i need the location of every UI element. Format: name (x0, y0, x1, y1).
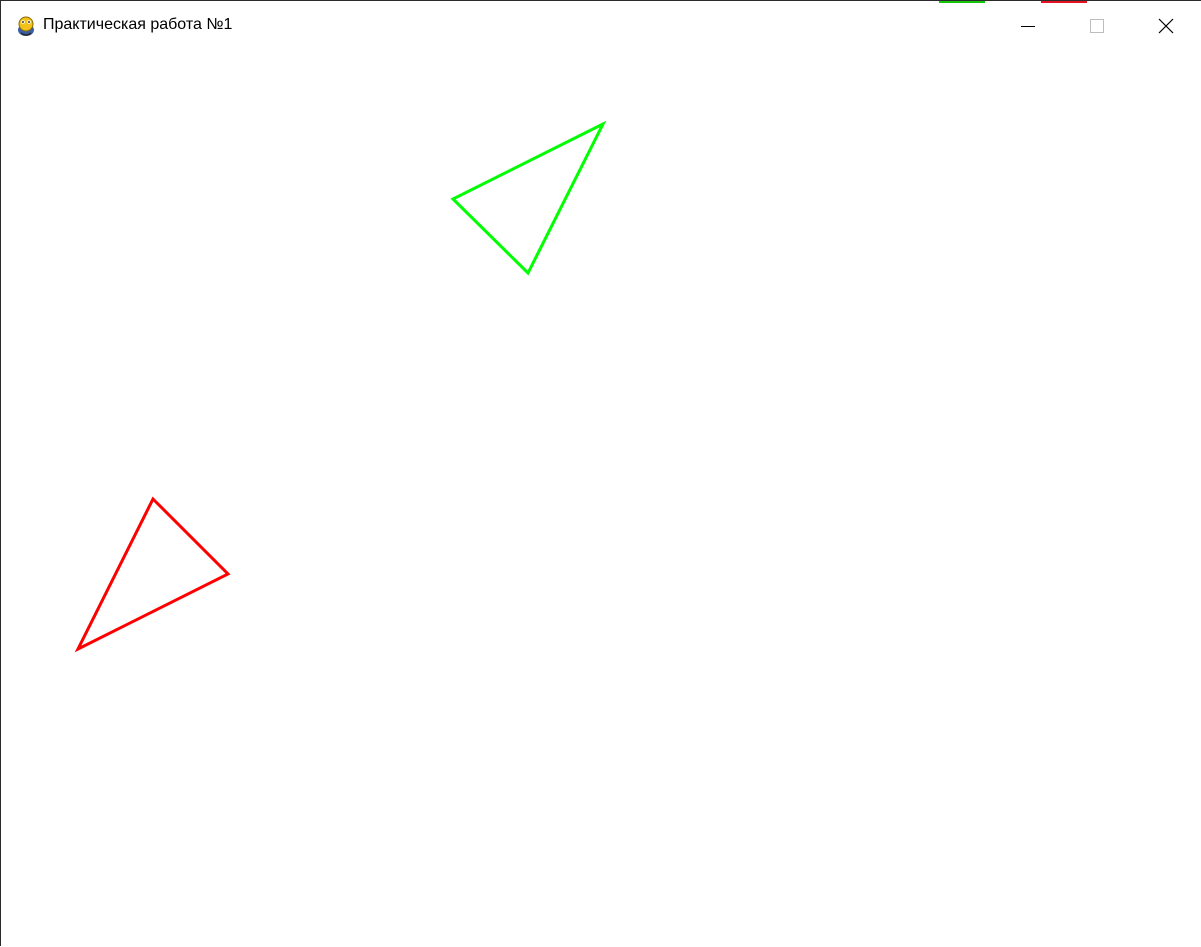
close-icon (1158, 18, 1173, 34)
maximize-icon (1089, 19, 1104, 33)
app-window: Практическая работа №1 (0, 0, 1201, 946)
green-triangle (450, 120, 607, 276)
taskbar-accent-green (939, 1, 985, 3)
red-triangle (74, 496, 231, 653)
minimize-button[interactable] (993, 1, 1062, 51)
minimize-icon (1020, 26, 1035, 27)
maximize-button[interactable] (1062, 1, 1131, 51)
close-button[interactable] (1131, 1, 1200, 51)
title-bar[interactable]: Практическая работа №1 (1, 1, 1201, 51)
window-title: Практическая работа №1 (43, 16, 233, 33)
pygame-snake-icon (18, 16, 34, 36)
drawing-canvas (74, 120, 607, 653)
